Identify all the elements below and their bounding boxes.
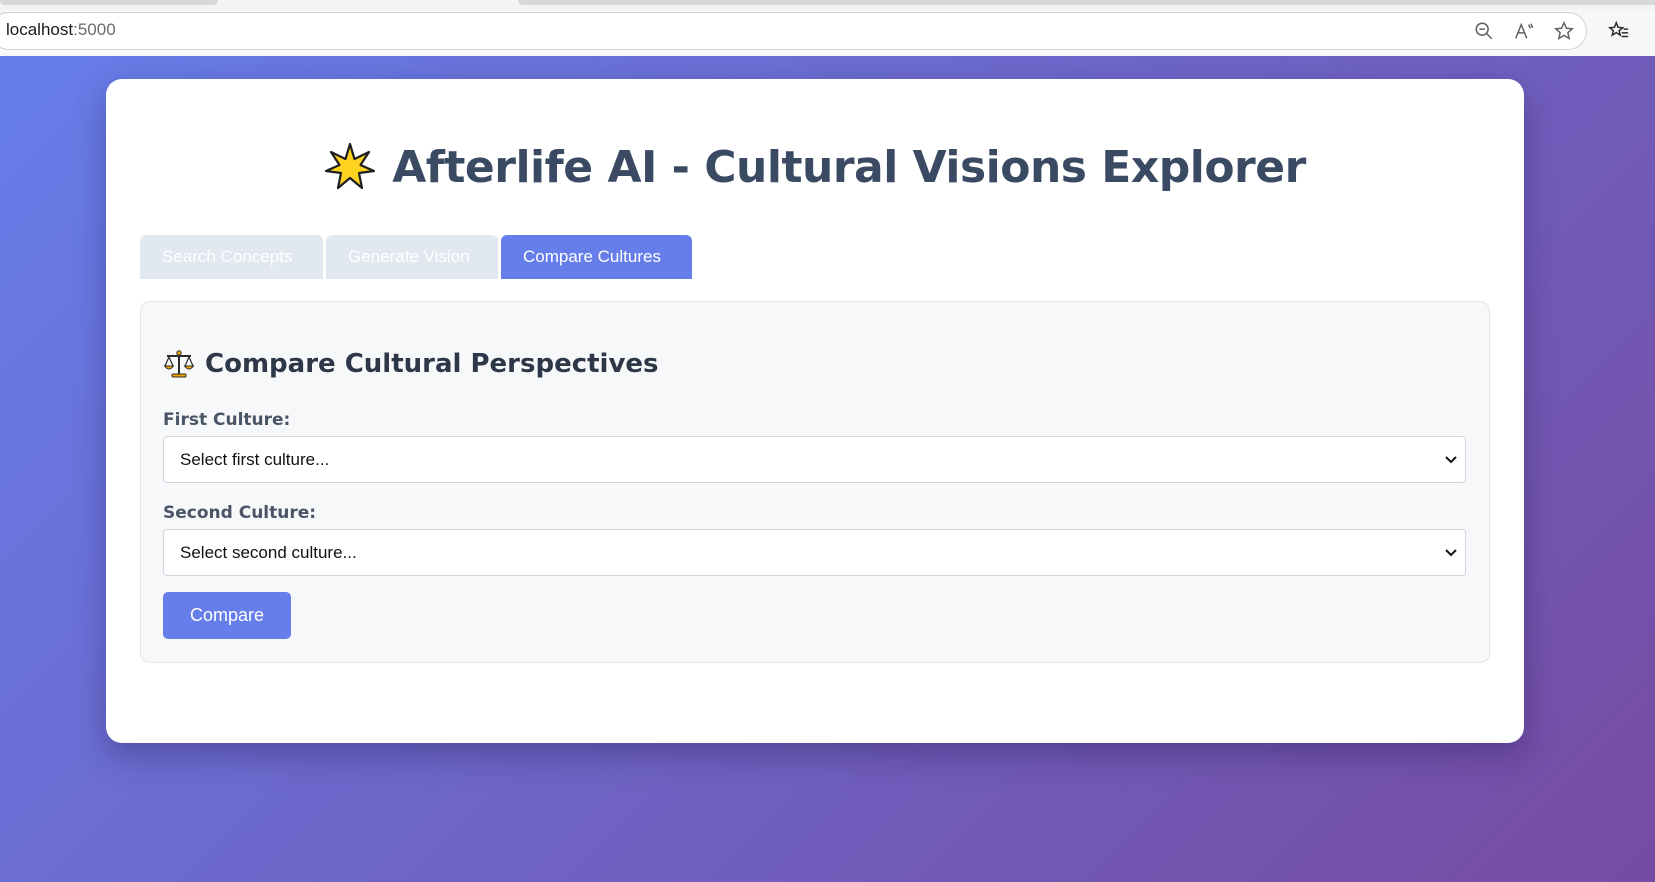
main-card: Afterlife AI - Cultural Visions Explorer… [106,79,1524,743]
browser-toolbar [0,10,1655,56]
address-bar[interactable] [0,12,1587,50]
balance-scale-icon [163,348,195,380]
browser-tab-strip [0,0,1655,10]
compare-button[interactable]: Compare [163,592,291,639]
second-culture-label: Second Culture: [163,503,317,523]
second-culture-select[interactable]: Select second culture... [163,529,1466,576]
chevron-down-icon [1445,549,1457,557]
read-aloud-icon[interactable] [1512,19,1536,43]
second-culture-value: Select second culture... [180,542,357,562]
browser-tab[interactable] [518,0,1655,5]
first-culture-select[interactable]: Select first culture... [163,436,1466,483]
compare-heading: Compare Cultural Perspectives [163,348,659,380]
page-background: Afterlife AI - Cultural Visions Explorer… [0,56,1655,882]
glowing-star-icon [324,141,376,193]
tab-compare-cultures[interactable]: Compare Cultures [501,235,692,279]
browser-tab[interactable] [0,0,218,5]
chevron-down-icon [1445,456,1457,464]
first-culture-label: First Culture: [163,410,291,430]
page-title: Afterlife AI - Cultural Visions Explorer [392,141,1306,193]
tab-bar: Search Concepts Generate Vision Compare … [140,235,692,279]
address-host: localhost [6,20,74,39]
first-culture-value: Select first culture... [180,449,330,469]
compare-panel: Compare Cultural Perspectives First Cult… [140,301,1490,663]
address-port: :5000 [73,20,116,39]
tab-generate-vision[interactable]: Generate Vision [326,235,498,279]
favorite-star-icon[interactable] [1552,19,1576,43]
tab-search-concepts[interactable]: Search Concepts [140,235,323,279]
address-url[interactable]: localhost:5000 [6,20,116,40]
zoom-out-icon[interactable] [1472,19,1496,43]
favorites-list-icon[interactable] [1607,19,1631,43]
compare-heading-text: Compare Cultural Perspectives [205,349,659,379]
